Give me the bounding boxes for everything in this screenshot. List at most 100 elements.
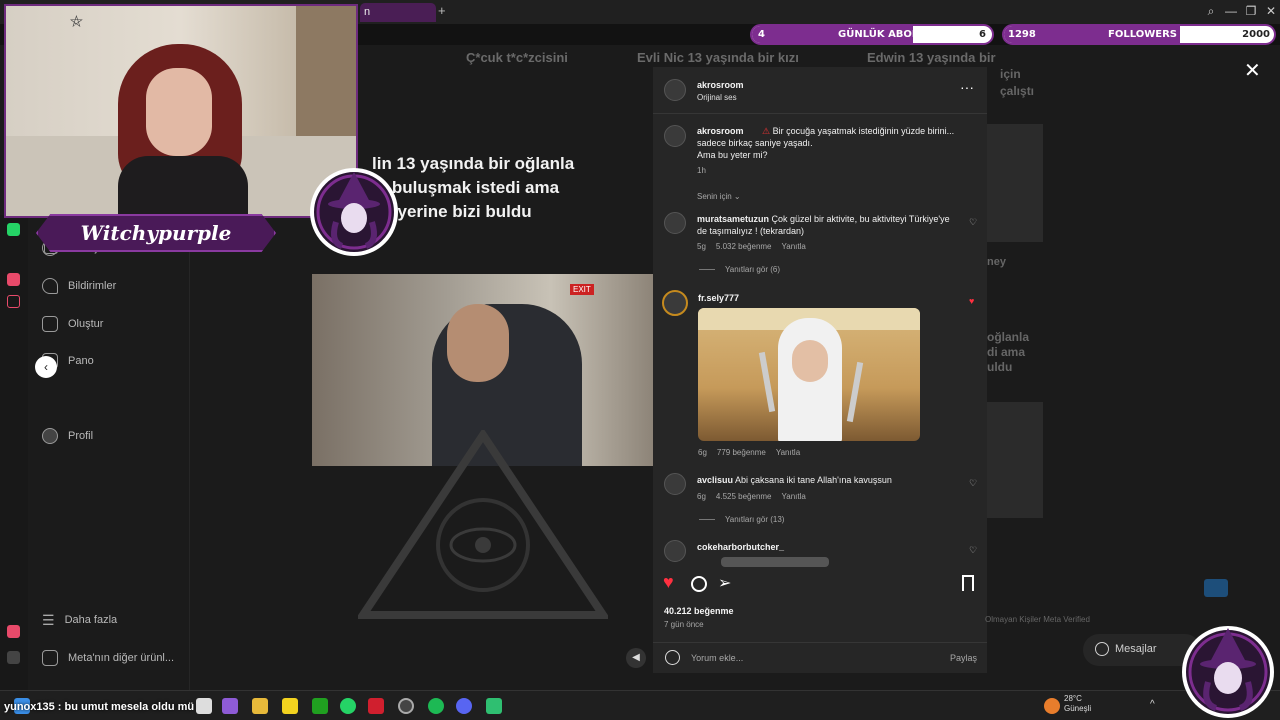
sidebar-item-profile[interactable]: Profil <box>42 425 93 447</box>
comment-username[interactable]: avclisuu <box>697 475 733 485</box>
background-snippet: için çalıştı <box>1000 67 1035 98</box>
comment-meta: 6g 4.525 beğenme Yanıtla <box>697 492 806 501</box>
like-heart-icon[interactable]: ♥ <box>663 572 674 593</box>
heart-icon <box>42 278 58 294</box>
weather-widget[interactable]: 28°C Güneşli <box>1064 694 1091 714</box>
comment-likes[interactable]: 5.032 beğenme <box>716 242 772 251</box>
comment-filter-dropdown[interactable]: Senin için ⌄ <box>697 192 741 201</box>
comment-username[interactable]: muratsametuzun <box>697 214 769 224</box>
background-snippet: oğlanla di ama uldu <box>987 330 1030 374</box>
streamer-nameplate: Witchypurple <box>36 214 276 252</box>
caption-username[interactable]: akrosroom <box>697 126 744 136</box>
likes-count[interactable]: 40.212 beğenme <box>664 606 734 616</box>
view-replies-link[interactable]: Yanıtları gör (6) <box>699 265 780 274</box>
bookmark-icon[interactable] <box>962 575 974 591</box>
more-options-icon[interactable]: ··· <box>960 79 974 95</box>
share-send-icon[interactable]: ➢ <box>718 573 731 593</box>
comment-liked-heart-icon[interactable]: ♥ <box>969 296 974 306</box>
comment-avatar[interactable] <box>664 540 686 562</box>
close-window-icon[interactable]: ✕ <box>1262 4 1280 18</box>
tray-chevron-icon[interactable]: ^ <box>1150 699 1155 710</box>
sidebar-item-label: Meta'nın diğer ürünl... <box>68 652 175 664</box>
weather-temp: 28°C <box>1064 694 1082 703</box>
gx-icon[interactable] <box>7 651 20 664</box>
caption-text-line3: Ama bu yeter mi? <box>697 150 768 160</box>
witch-logo-icon <box>310 168 398 256</box>
background-snippet: ney <box>987 256 1006 268</box>
reply-link[interactable]: Yanıtla <box>782 242 806 251</box>
weather-icon[interactable] <box>1044 698 1060 714</box>
gif-chef-face <box>792 340 828 382</box>
sidebar-item-more[interactable]: ☰ Daha fazla <box>42 609 117 631</box>
followers-goal: 2000 <box>1242 29 1270 40</box>
view-replies-link[interactable]: Yanıtları gör (13) <box>699 515 784 524</box>
app-icon[interactable] <box>486 698 502 714</box>
new-tab-button[interactable]: + <box>438 3 446 18</box>
comment-likes[interactable]: 4.525 beğenme <box>716 492 772 501</box>
close-modal-icon[interactable]: ✕ <box>1244 58 1261 83</box>
comment-like-icon[interactable]: ♡ <box>969 217 977 228</box>
sidebar-item-create[interactable]: Oluştur <box>42 313 103 335</box>
chevron-left-icon[interactable]: ‹ <box>35 356 57 378</box>
comment-like-icon[interactable]: ♡ <box>969 545 977 556</box>
author-avatar[interactable] <box>664 79 686 101</box>
sidebar-item-label: Bildirimler <box>68 280 117 292</box>
whatsapp-icon[interactable] <box>340 698 356 714</box>
audio-label[interactable]: Orijinal ses <box>697 93 737 102</box>
divider <box>653 113 987 114</box>
comment-avatar[interactable] <box>662 290 688 316</box>
comment-image-preview[interactable] <box>721 557 829 567</box>
plus-square-icon <box>42 316 58 332</box>
comment-like-icon[interactable]: ♡ <box>969 478 977 489</box>
reel-caption-overlay: lin 13 yaşında bir oğlanla in buluşmak i… <box>372 154 575 221</box>
comment-input[interactable]: Yorum ekle... <box>691 653 743 663</box>
subs-current: 4 <box>758 29 765 40</box>
app-icon[interactable] <box>7 273 20 286</box>
background-thumbnail[interactable] <box>987 402 1043 518</box>
followers-current: 1298 <box>1008 29 1036 40</box>
file-explorer-icon[interactable] <box>252 698 268 714</box>
video-person-face <box>447 304 509 382</box>
streamer-body <box>118 156 248 216</box>
comment-username[interactable]: cokeharborbutcher_ <box>697 542 784 552</box>
comment-icon[interactable] <box>691 576 707 592</box>
author-username[interactable]: akrosroom <box>697 80 744 90</box>
copilot-icon[interactable] <box>222 698 238 714</box>
emoji-icon[interactable] <box>665 650 680 665</box>
comment-username[interactable]: fr.sely777 <box>698 293 739 303</box>
comment-gif-image[interactable] <box>698 308 920 441</box>
post-date: 7 gün önce <box>664 620 704 629</box>
spotify-icon[interactable] <box>428 698 444 714</box>
xbox-icon[interactable] <box>312 698 328 714</box>
twitch-icon[interactable] <box>7 625 20 638</box>
sidebar-item-label: Daha fazla <box>64 614 118 626</box>
discord-icon[interactable] <box>456 698 472 714</box>
sticky-notes-icon[interactable] <box>282 698 298 714</box>
sidebar-item-meta-products[interactable]: Meta'nın diğer ürünl... <box>42 647 174 669</box>
sidebar-item-notifications[interactable]: Bildirimler <box>42 275 116 297</box>
warning-emoji-icon: ⚠ <box>762 126 773 136</box>
post-comment-button[interactable]: Paylaş <box>950 653 977 663</box>
caption-avatar[interactable] <box>664 125 686 147</box>
streamer-name: Witchypurple <box>80 221 232 245</box>
whatsapp-icon[interactable] <box>7 223 20 236</box>
minimize-icon[interactable]: — <box>1222 4 1240 18</box>
task-view-icon[interactable] <box>196 698 212 714</box>
meta-footer-links[interactable]: Olmayan Kişiler Meta Verified <box>985 615 1090 624</box>
comment-avatar[interactable] <box>664 473 686 495</box>
opera-icon[interactable] <box>368 698 384 714</box>
exit-sign: EXIT <box>570 284 594 295</box>
pentagram-icon: ⛤ <box>70 14 83 31</box>
background-thumbnail[interactable] <box>987 124 1043 242</box>
clock-icon[interactable] <box>7 295 20 308</box>
obs-icon[interactable] <box>398 698 414 714</box>
restore-icon[interactable]: ❐ <box>1242 4 1260 18</box>
mute-icon[interactable]: ◀ <box>626 648 646 668</box>
subs-label: GÜNLÜK ABONE <box>838 29 928 40</box>
search-icon[interactable]: ⌕ <box>1202 4 1220 19</box>
reply-link[interactable]: Yanıtla <box>776 448 800 457</box>
reply-link[interactable]: Yanıtla <box>782 492 806 501</box>
browser-tab-active[interactable]: n <box>360 3 436 22</box>
comment-likes[interactable]: 779 beğenme <box>717 448 766 457</box>
comment-avatar[interactable] <box>664 212 686 234</box>
